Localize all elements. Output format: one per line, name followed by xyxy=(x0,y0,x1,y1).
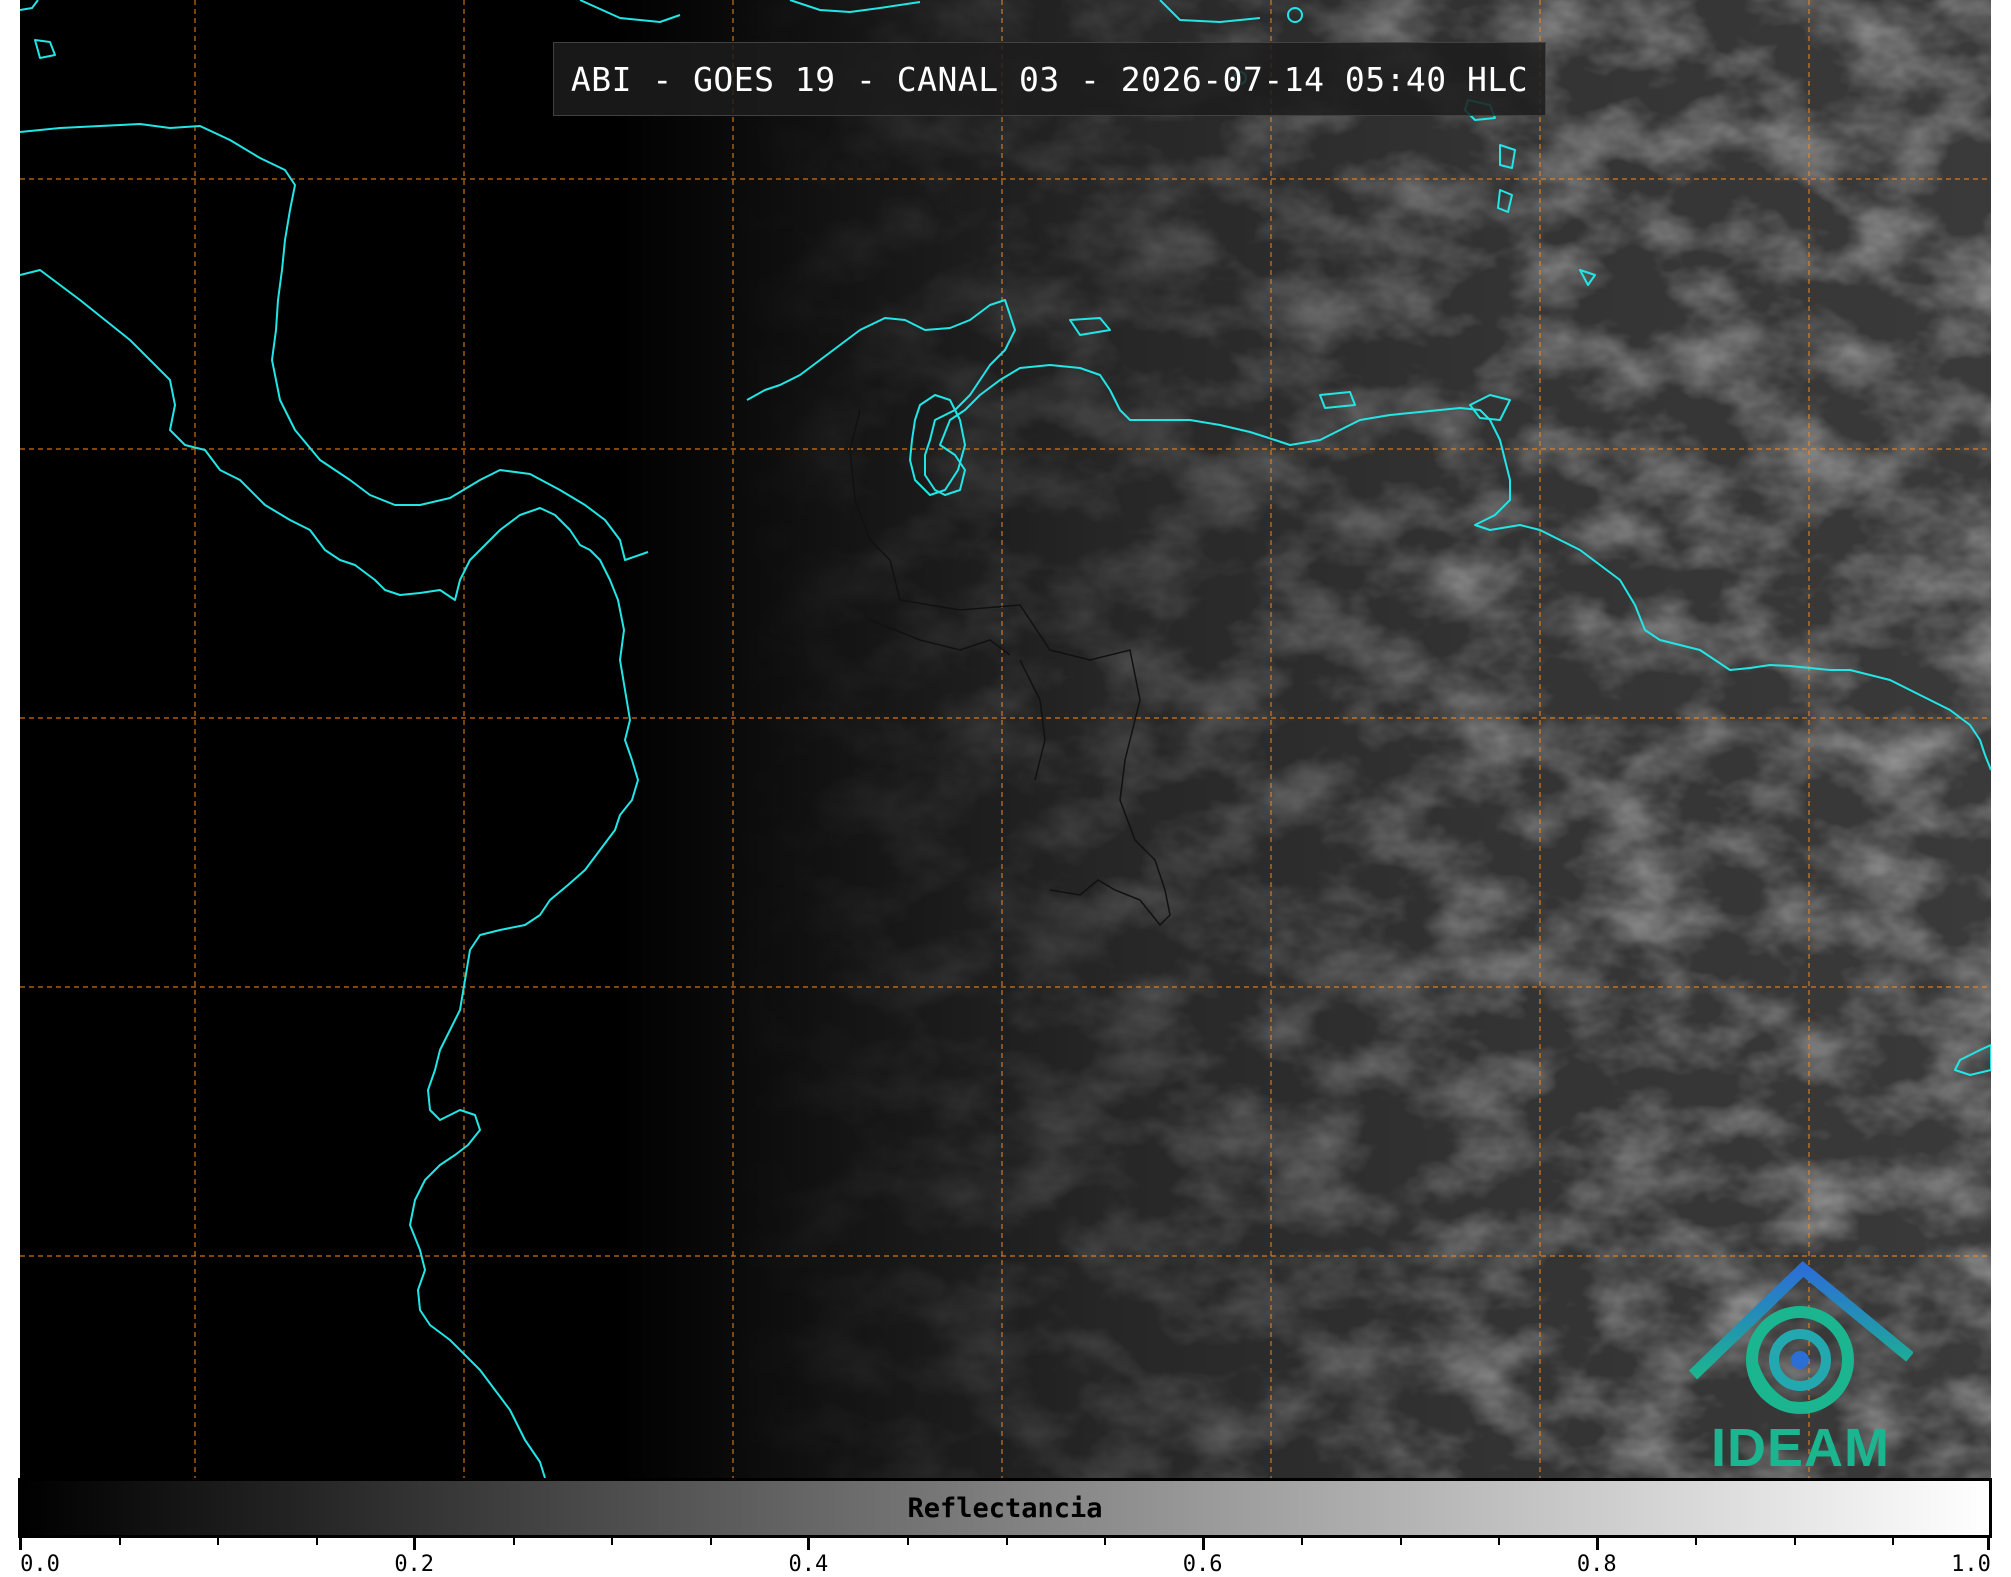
colorbar-label: Reflectancia xyxy=(907,1492,1103,1524)
colorbar-tick-label: 1.0 xyxy=(1951,1552,1991,1577)
colorbar-minor-tick xyxy=(1104,1538,1107,1545)
map-title: ABI - GOES 19 - CANAL 03 - 2026-07-14 05… xyxy=(570,59,1529,99)
colorbar-minor-tick xyxy=(315,1538,318,1545)
colorbar-major-tick xyxy=(19,1538,22,1550)
colorbar-minor-tick xyxy=(1301,1538,1304,1545)
colorbar-minor-tick xyxy=(512,1538,515,1545)
satellite-image-panel: ABI - GOES 19 - CANAL 03 - 2026-07-14 05… xyxy=(20,0,1991,1478)
colorbar-major-tick xyxy=(1595,1538,1599,1550)
colorbar-tick-label: 0.8 xyxy=(1576,1552,1617,1577)
colorbar-minor-tick xyxy=(1005,1538,1008,1545)
colorbar-minor-tick xyxy=(118,1538,121,1545)
colorbar-major-tick xyxy=(807,1538,811,1550)
colorbar-major-tick xyxy=(1201,1538,1205,1550)
colorbar-minor-tick xyxy=(611,1538,614,1545)
title-banner: ABI - GOES 19 - CANAL 03 - 2026-07-14 05… xyxy=(553,42,1546,116)
colorbar-minor-tick xyxy=(709,1538,712,1545)
colorbar-minor-tick xyxy=(1498,1538,1501,1545)
colorbar-minor-tick xyxy=(1892,1538,1895,1545)
colorbar-tick-label: 0.6 xyxy=(1182,1552,1223,1577)
colorbar-tick-label: 0.2 xyxy=(394,1552,435,1577)
ideam-logo-mark xyxy=(1688,1260,1914,1414)
colorbar-major-tick xyxy=(1987,1538,1990,1550)
ideam-logo-text: IDEAM xyxy=(1711,1418,1890,1478)
colorbar-major-tick xyxy=(413,1538,417,1550)
colorbar-minor-tick xyxy=(906,1538,909,1545)
colorbar-ticks: 0.0 0.2 0.4 0.6 0.8 1.0 xyxy=(19,1538,1991,1577)
ideam-logo: IDEAM xyxy=(1688,1255,1914,1478)
colorbar-minor-tick xyxy=(1793,1538,1796,1545)
colorbar: Reflectancia xyxy=(18,1478,1992,1538)
colorbar-minor-tick xyxy=(1695,1538,1698,1545)
colorbar-minor-tick xyxy=(217,1538,220,1545)
colorbar-tick-label: 0.0 xyxy=(20,1552,60,1577)
colorbar-tick-label: 0.4 xyxy=(788,1552,829,1577)
colorbar-minor-tick xyxy=(1399,1538,1402,1545)
